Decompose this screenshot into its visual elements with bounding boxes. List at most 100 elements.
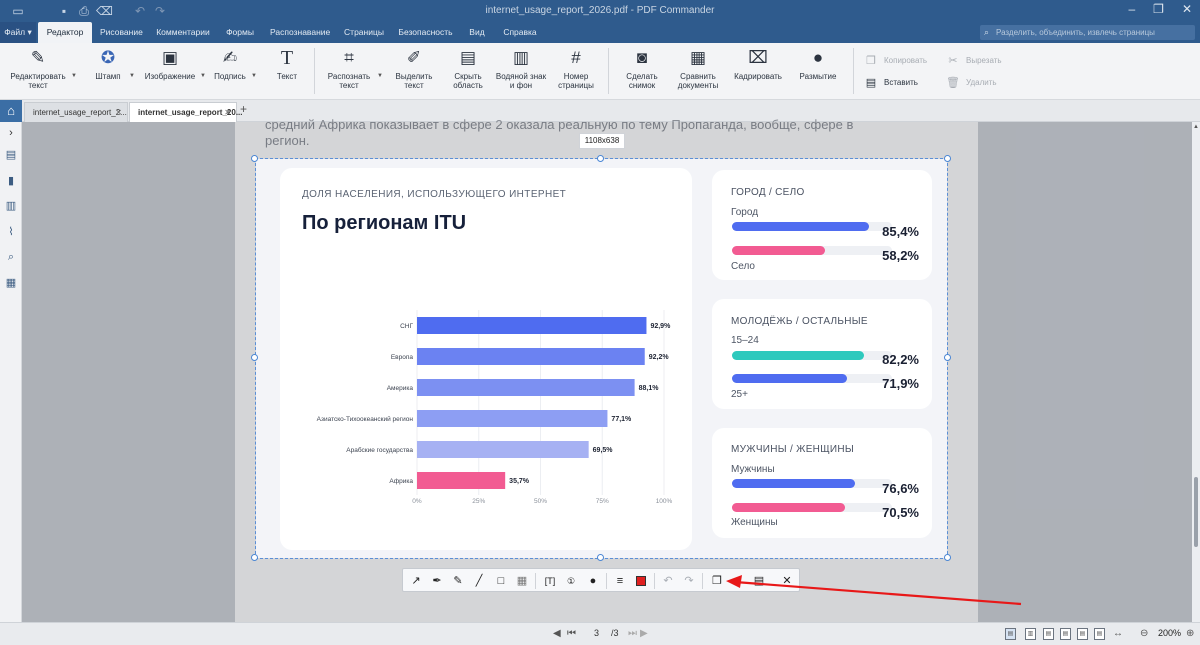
copy-icon[interactable]: ❐ [709, 573, 725, 589]
color-swatch-icon[interactable] [633, 573, 649, 589]
snapshot-toolbar: ↗ ✒ ✎ ╱ □ ▦ [T] ① ● ≡ ↶ ↷ ❐ ▪ ▤ ✕ [402, 568, 800, 592]
resize-handle-top-left[interactable] [251, 155, 258, 162]
blur-button[interactable]: ● Размытие [795, 47, 841, 81]
tool-search-input[interactable]: ⌕ Разделить, объединить, извлечь страниц… [980, 25, 1195, 40]
close-tab-icon[interactable]: ✕ [224, 103, 231, 123]
ribbon: ✎ Редактировать текст ▼ ✪ Штамп ▼ ▣ Изображен… [0, 43, 1200, 100]
menu-help[interactable]: Справка [502, 22, 538, 43]
resize-handle-right[interactable] [944, 354, 951, 361]
watermark-button[interactable]: ▥ Водяной знак и фон [493, 47, 549, 90]
thumbnails-icon[interactable]: ▤ [4, 148, 18, 162]
hide-area-button[interactable]: ▤ Скрыть область [448, 47, 488, 90]
undo-icon[interactable]: ↶ [660, 573, 676, 589]
page-number-button[interactable]: # Номер страницы [555, 47, 597, 90]
first-page-icon[interactable]: ⏮ [567, 628, 576, 639]
menu-file[interactable]: Файл ▾ [0, 22, 36, 43]
dropdown-arrow-icon[interactable]: ▼ [200, 72, 206, 81]
close-icon[interactable]: ✕ [779, 573, 795, 589]
text-box-icon[interactable]: [T] [542, 573, 558, 589]
recognize-text-button[interactable]: ⌗ Распознать текст ▼ [324, 47, 383, 90]
hide-area-icon: ▤ [459, 48, 477, 67]
line-icon[interactable]: ╱ [471, 573, 487, 589]
menu-pages[interactable]: Страницы [344, 22, 384, 43]
two-page-continuous-icon[interactable]: ▤ [1060, 628, 1071, 640]
stamp-button[interactable]: ✪ Штамп ▼ [90, 47, 135, 81]
crop-button[interactable]: ⌧ Кадрировать [730, 47, 786, 81]
expand-sidebar-icon[interactable]: › [4, 126, 18, 140]
menu-comments[interactable]: Комментарии [156, 22, 210, 43]
maximize-icon[interactable]: ❐ [1153, 2, 1164, 16]
cut-button[interactable]: ✂ Вырезать [946, 54, 1001, 67]
select-text-button[interactable]: ✐ Выделить текст [392, 47, 436, 90]
dropdown-arrow-icon[interactable]: ▼ [71, 72, 77, 81]
edit-text-button[interactable]: ✎ Редактировать текст ▼ [8, 47, 77, 90]
cover-continuous-icon[interactable]: ▤ [1094, 628, 1105, 640]
minimize-icon[interactable]: – [1128, 2, 1135, 16]
image-button[interactable]: ▣ Изображение ▼ [143, 47, 206, 81]
zoom-in-icon[interactable]: ⊕ [1186, 628, 1194, 639]
menu-security[interactable]: Безопасность [398, 22, 453, 43]
outline-icon[interactable]: ▥ [4, 199, 18, 213]
snapshot-button[interactable]: ◙ Сделать снимок [620, 47, 664, 90]
two-page-view-icon[interactable]: ▤ [1043, 628, 1054, 640]
filled-rect-icon[interactable]: ▦ [514, 573, 530, 589]
redo-icon[interactable]: ↷ [681, 573, 697, 589]
menu-drawing[interactable]: Рисование [100, 22, 143, 43]
bookmarks-icon[interactable]: ▮ [4, 174, 18, 188]
resize-handle-left[interactable] [251, 354, 258, 361]
close-window-icon[interactable]: ✕ [1182, 2, 1192, 16]
fit-width-icon[interactable]: ↔ [1113, 628, 1123, 639]
home-icon[interactable]: ⌂ [0, 100, 22, 122]
close-tab-icon[interactable]: ✕ [115, 103, 122, 123]
dropdown-arrow-icon[interactable]: ▼ [129, 72, 135, 81]
snapshot-selection-frame[interactable] [255, 158, 948, 559]
resize-handle-top[interactable] [597, 155, 604, 162]
paste-button[interactable]: ▤ Вставить [864, 76, 918, 89]
resize-handle-bottom-left[interactable] [251, 554, 258, 561]
zoom-level[interactable]: 200% [1158, 628, 1181, 638]
menu-forms[interactable]: Формы [225, 22, 255, 43]
tab-document-2[interactable]: internet_usage_report_20... ✕ [129, 102, 242, 123]
resize-handle-bottom-right[interactable] [944, 554, 951, 561]
add-tab-icon[interactable]: + [240, 102, 247, 116]
tab-document-1[interactable]: internet_usage_report_2... ✕ [24, 102, 128, 122]
prev-page-icon[interactable]: ◀ [553, 628, 561, 639]
cover-view-icon[interactable]: ▤ [1077, 628, 1088, 640]
last-page-icon[interactable]: ⏭ [628, 628, 637, 639]
signature-button[interactable]: ✍ Подпись ▼ [212, 47, 257, 81]
attachments-icon[interactable]: ⌇ [4, 225, 18, 239]
menu-view[interactable]: Вид [467, 22, 487, 43]
dropdown-arrow-icon[interactable]: ▼ [377, 72, 383, 81]
compare-icon: ▦ [689, 48, 707, 67]
copy-button[interactable]: ❐ Копировать [864, 54, 927, 67]
save-icon[interactable]: ▪ [730, 573, 746, 589]
blur-drop-icon[interactable]: ● [585, 573, 601, 589]
arrow-icon[interactable]: ↗ [408, 573, 424, 589]
layers-icon[interactable]: ▦ [4, 276, 18, 290]
pen-icon[interactable]: ✒ [429, 573, 445, 589]
window-controls: – ❐ ✕ [1128, 2, 1192, 16]
delete-button[interactable]: 🗑 Удалить [946, 76, 997, 89]
text-button[interactable]: T Текст [272, 47, 302, 81]
ocr-icon: ⌗ [344, 48, 354, 67]
vertical-scrollbar[interactable]: ▲ [1192, 122, 1200, 622]
compare-button[interactable]: ▦ Сравнить документы [674, 47, 722, 90]
menu-recognition[interactable]: Распознавание [270, 22, 330, 43]
line-width-icon[interactable]: ≡ [612, 573, 628, 589]
dropdown-arrow-icon[interactable]: ▼ [251, 72, 257, 81]
scroll-up-icon[interactable]: ▲ [1193, 124, 1199, 130]
marker-icon[interactable]: ✎ [450, 573, 466, 589]
resize-handle-top-right[interactable] [944, 155, 951, 162]
scrollbar-thumb[interactable] [1194, 477, 1198, 547]
search-sidebar-icon[interactable]: ⌕ [4, 250, 18, 264]
single-page-view-icon[interactable]: ▤ [1005, 628, 1016, 640]
continuous-view-icon[interactable]: ▥ [1025, 628, 1036, 640]
menu-editor[interactable]: Редактор [38, 22, 92, 43]
zoom-out-icon[interactable]: ⊖ [1140, 628, 1148, 639]
resize-handle-bottom[interactable] [597, 554, 604, 561]
export-icon[interactable]: ▤ [751, 573, 767, 589]
page-number-input[interactable]: 3 [594, 628, 599, 638]
number-icon[interactable]: ① [563, 573, 579, 589]
next-page-icon[interactable]: ▶ [640, 628, 648, 639]
rect-icon[interactable]: □ [493, 573, 509, 589]
